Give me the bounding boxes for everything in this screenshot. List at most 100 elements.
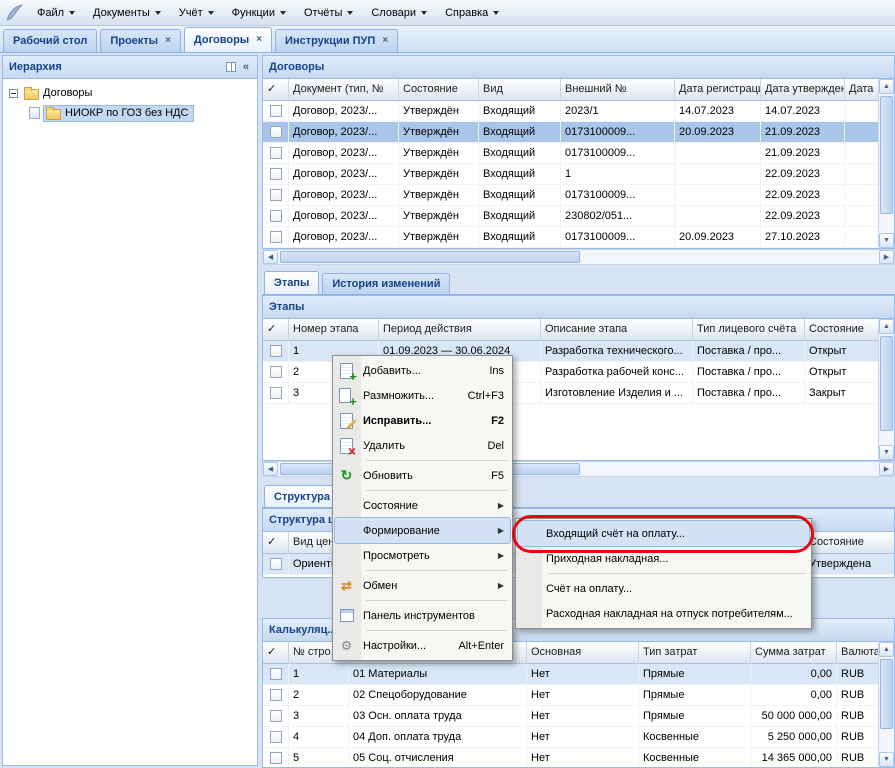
column-header-state[interactable]: Состояние — [805, 319, 878, 341]
tree-node-root[interactable]: Договоры — [3, 83, 257, 103]
contract-row[interactable]: Договор, 2023/... Утверждён Входящий 017… — [263, 185, 878, 206]
column-header-stage-number[interactable]: Номер этапа — [289, 319, 379, 341]
contract-row[interactable]: Договор, 2023/... Утверждён Входящий 202… — [263, 101, 878, 122]
row-checkbox[interactable] — [270, 668, 282, 680]
menu-item-edit[interactable]: Исправить... F2 — [335, 408, 510, 433]
contract-row[interactable]: Договор, 2023/... Утверждён Входящий 1 2… — [263, 164, 878, 185]
menubar-item[interactable]: Отчёты — [296, 3, 361, 23]
select-all-header[interactable]: ✓ — [263, 532, 289, 554]
row-checkbox[interactable] — [270, 210, 282, 222]
column-header-registration-date[interactable]: Дата регистрации — [675, 79, 761, 101]
columns-view-icon[interactable] — [226, 62, 236, 72]
menu-item-duplicate[interactable]: Размножить... Ctrl+F3 — [335, 383, 510, 408]
menu-item-state[interactable]: Состояние ▶ — [335, 493, 510, 518]
tab-contracts[interactable]: Договоры× — [184, 27, 272, 52]
contracts-horizontal-scrollbar[interactable]: ◀ ▶ — [262, 249, 895, 265]
menu-item-toolbar[interactable]: Панель инструментов — [335, 603, 510, 628]
menu-item-exchange[interactable]: Обмен ▶ — [335, 573, 510, 598]
column-header-cost-type[interactable]: Тип затрат — [639, 642, 751, 664]
row-checkbox[interactable] — [270, 147, 282, 159]
calculation-row[interactable]: 2 02 Спецоборудование Нет Прямые 0,00 RU… — [263, 685, 878, 706]
stages-vertical-scrollbar[interactable]: ▲ ▼ — [878, 319, 894, 460]
row-checkbox[interactable] — [270, 366, 282, 378]
menubar-item[interactable]: Документы — [85, 3, 169, 23]
scrollbar-thumb[interactable] — [880, 336, 893, 431]
menubar-item[interactable]: Словари — [363, 3, 435, 23]
submenu-item-dispatch-note[interactable]: Расходная накладная на отпуск потребител… — [518, 601, 809, 626]
submenu-item-invoice[interactable]: Счёт на оплату... — [518, 576, 809, 601]
submenu-item-incoming-invoice[interactable]: Входящий счёт на оплату... — [518, 521, 809, 546]
menu-item-refresh[interactable]: Обновить F5 — [335, 463, 510, 488]
menubar-item[interactable]: Справка — [437, 3, 507, 23]
scroll-down-icon[interactable]: ▼ — [879, 233, 894, 248]
tab-desktop[interactable]: Рабочий стол — [3, 29, 97, 52]
row-checkbox[interactable] — [270, 345, 282, 357]
scroll-down-icon[interactable]: ▼ — [879, 445, 894, 460]
column-header-description[interactable]: Описание этапа — [541, 319, 693, 341]
scroll-left-icon[interactable]: ◀ — [263, 250, 278, 264]
contracts-vertical-scrollbar[interactable]: ▲ ▼ — [878, 79, 894, 248]
tab-history[interactable]: История изменений — [322, 273, 450, 294]
column-header-external-number[interactable]: Внешний № — [561, 79, 675, 101]
row-checkbox[interactable] — [270, 126, 282, 138]
column-header-approval-date[interactable]: Дата утверждения — [761, 79, 845, 101]
calculation-row[interactable]: 4 04 Доп. оплата труда Нет Косвенные 5 2… — [263, 727, 878, 748]
column-header-state[interactable]: Состояние — [399, 79, 479, 101]
tab-instructions[interactable]: Инструкции ПУП× — [275, 29, 398, 52]
menubar-item[interactable]: Функции — [224, 3, 294, 23]
row-checkbox[interactable] — [270, 231, 282, 243]
tab-stages[interactable]: Этапы — [264, 271, 319, 294]
contract-row[interactable]: Договор, 2023/... Утверждён Входящий 017… — [263, 143, 878, 164]
scroll-up-icon[interactable]: ▲ — [879, 319, 894, 334]
close-tab-icon[interactable]: × — [256, 35, 262, 45]
scrollbar-thumb[interactable] — [280, 251, 580, 263]
column-header-state[interactable]: Состояние — [805, 532, 894, 554]
select-all-header[interactable]: ✓ — [263, 319, 289, 341]
close-tab-icon[interactable]: × — [382, 36, 388, 46]
row-checkbox[interactable] — [270, 558, 282, 570]
scroll-left-icon[interactable]: ◀ — [263, 462, 278, 476]
select-all-header[interactable]: ✓ — [263, 642, 289, 664]
scroll-right-icon[interactable]: ▶ — [879, 462, 894, 476]
column-header-currency[interactable]: Валюта — [837, 642, 878, 664]
column-header-kind[interactable]: Вид — [479, 79, 561, 101]
contract-row[interactable]: Договор, 2023/... Утверждён Входящий 017… — [263, 122, 878, 143]
row-checkbox[interactable] — [270, 710, 282, 722]
scroll-up-icon[interactable]: ▲ — [879, 642, 894, 657]
scrollbar-thumb[interactable] — [880, 96, 893, 214]
calculation-row[interactable]: 1 01 Материалы Нет Прямые 0,00 RUB — [263, 664, 878, 685]
submenu-item-receipt-note[interactable]: Приходная накладная... — [518, 546, 809, 571]
scroll-down-icon[interactable]: ▼ — [879, 752, 894, 767]
calculation-row[interactable]: 5 05 Соц. отчисления Нет Косвенные 14 36… — [263, 748, 878, 767]
menu-item-settings[interactable]: Настройки... Alt+Enter — [335, 633, 510, 658]
collapse-node-icon[interactable] — [9, 89, 18, 98]
scroll-right-icon[interactable]: ▶ — [879, 250, 894, 264]
tab-structure[interactable]: Структура — [264, 485, 340, 507]
select-all-header[interactable]: ✓ — [263, 79, 289, 101]
column-header-cost-sum[interactable]: Сумма затрат — [751, 642, 837, 664]
row-checkbox[interactable] — [270, 168, 282, 180]
column-header-main[interactable]: Основная — [527, 642, 639, 664]
contract-row[interactable]: Договор, 2023/... Утверждён Входящий 230… — [263, 206, 878, 227]
row-checkbox[interactable] — [270, 731, 282, 743]
row-checkbox[interactable] — [270, 689, 282, 701]
tab-projects[interactable]: Проекты× — [100, 29, 181, 52]
menu-item-add[interactable]: Добавить... Ins — [335, 358, 510, 383]
calculation-vertical-scrollbar[interactable]: ▲ ▼ — [878, 642, 894, 767]
menu-item-delete[interactable]: Удалить Del — [335, 433, 510, 458]
menubar-item[interactable]: Учёт — [171, 3, 222, 23]
row-checkbox[interactable] — [270, 387, 282, 399]
row-checkbox[interactable] — [270, 105, 282, 117]
close-tab-icon[interactable]: × — [165, 36, 171, 46]
column-header-period[interactable]: Период действия — [379, 319, 541, 341]
contract-row[interactable]: Договор, 2023/... Утверждён Входящий 017… — [263, 227, 878, 248]
column-header-document[interactable]: Документ (тип, № — [289, 79, 399, 101]
column-header-account-type[interactable]: Тип лицевого счёта — [693, 319, 805, 341]
menu-item-view[interactable]: Просмотреть ▶ — [335, 543, 510, 568]
collapse-panel-icon[interactable]: « — [241, 62, 251, 73]
row-checkbox[interactable] — [270, 189, 282, 201]
tree-node-child[interactable]: НИОКР по ГОЗ без НДС — [3, 103, 257, 123]
calculation-row[interactable]: 3 03 Осн. оплата труда Нет Прямые 50 000… — [263, 706, 878, 727]
scroll-up-icon[interactable]: ▲ — [879, 79, 894, 94]
row-checkbox[interactable] — [270, 752, 282, 764]
